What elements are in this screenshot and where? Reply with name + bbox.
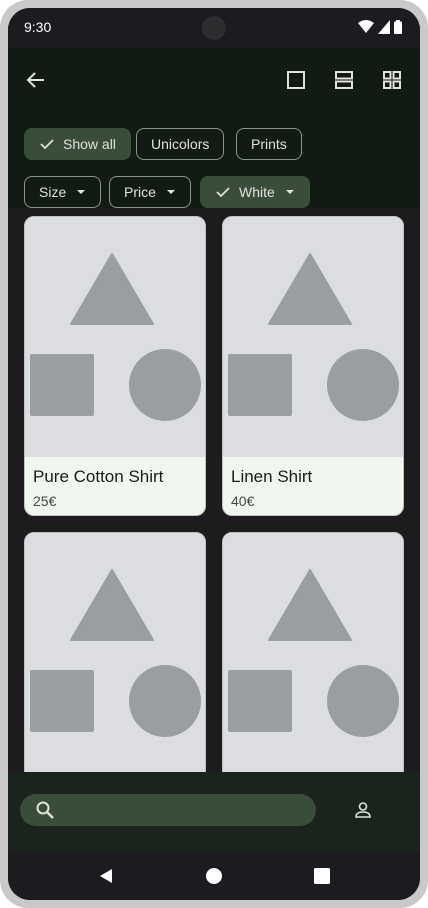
product-card[interactable]: Linen Shirt 40€ bbox=[222, 216, 404, 516]
view-list-button[interactable] bbox=[332, 68, 356, 92]
chip-show-all[interactable]: Show all bbox=[24, 128, 131, 160]
chip-label: White bbox=[239, 184, 275, 200]
product-card[interactable]: Pure Cotton Shirt 25€ bbox=[24, 216, 206, 516]
account-button[interactable] bbox=[351, 798, 375, 822]
chip-unicolors[interactable]: Unicolors bbox=[136, 128, 225, 160]
device-frame: 9:30 Show all Unicolors Prints Size Pric… bbox=[0, 0, 428, 908]
chip-label: Show all bbox=[63, 136, 116, 152]
wifi-icon bbox=[358, 20, 374, 33]
view-grid-button[interactable] bbox=[380, 68, 404, 92]
chip-prints[interactable]: Prints bbox=[236, 128, 302, 160]
dropdown-arrow-icon bbox=[76, 189, 86, 195]
product-card[interactable] bbox=[222, 532, 404, 772]
product-name: Linen Shirt bbox=[231, 467, 313, 486]
product-price: 40€ bbox=[231, 493, 255, 509]
chip-label: Prints bbox=[251, 136, 287, 152]
view-list-icon bbox=[335, 71, 353, 89]
chip-price-dropdown[interactable]: Price bbox=[109, 176, 191, 208]
search-icon bbox=[36, 801, 54, 819]
search-bar[interactable] bbox=[20, 794, 316, 826]
view-single-button[interactable] bbox=[284, 68, 308, 92]
chip-label: Price bbox=[124, 184, 156, 200]
status-time: 9:30 bbox=[24, 19, 52, 35]
signal-icon bbox=[378, 20, 390, 34]
view-grid-icon bbox=[383, 71, 401, 89]
chip-size-dropdown[interactable]: Size bbox=[24, 176, 102, 208]
screen: 9:30 Show all Unicolors Prints Size Pric… bbox=[8, 8, 420, 900]
check-icon bbox=[215, 184, 231, 200]
status-bar: 9:30 bbox=[8, 8, 420, 48]
check-icon bbox=[39, 136, 55, 152]
product-name: Pure Cotton Shirt bbox=[33, 467, 164, 486]
view-single-icon bbox=[287, 71, 305, 89]
product-image-placeholder bbox=[25, 217, 205, 457]
account-icon bbox=[355, 802, 371, 818]
product-image-placeholder bbox=[223, 217, 403, 457]
arrow-back-icon bbox=[26, 72, 44, 88]
chip-label: Unicolors bbox=[151, 136, 210, 152]
nav-home-icon[interactable] bbox=[206, 868, 222, 884]
dropdown-arrow-icon bbox=[285, 189, 295, 195]
product-image-placeholder bbox=[223, 533, 403, 772]
product-price: 25€ bbox=[33, 493, 57, 509]
dropdown-arrow-icon bbox=[166, 189, 176, 195]
chip-white-dropdown[interactable]: White bbox=[200, 176, 310, 208]
top-app-bar: Show all Unicolors Prints Size Price Whi… bbox=[8, 48, 420, 208]
status-icons bbox=[358, 20, 402, 34]
product-card[interactable] bbox=[24, 532, 206, 772]
product-image-placeholder bbox=[25, 533, 205, 772]
nav-recents-icon[interactable] bbox=[314, 868, 330, 884]
nav-back-icon[interactable] bbox=[98, 868, 114, 884]
product-info: Pure Cotton Shirt 25€ bbox=[25, 457, 205, 515]
product-grid: Pure Cotton Shirt 25€ Linen Shirt 40€ bbox=[8, 208, 420, 772]
camera-cutout bbox=[202, 16, 226, 40]
product-info: Linen Shirt 40€ bbox=[223, 457, 403, 515]
system-navigation-bar bbox=[8, 852, 420, 900]
battery-icon bbox=[394, 20, 402, 34]
bottom-app-bar bbox=[8, 772, 420, 852]
chip-label: Size bbox=[39, 184, 67, 200]
back-button[interactable] bbox=[24, 68, 48, 92]
